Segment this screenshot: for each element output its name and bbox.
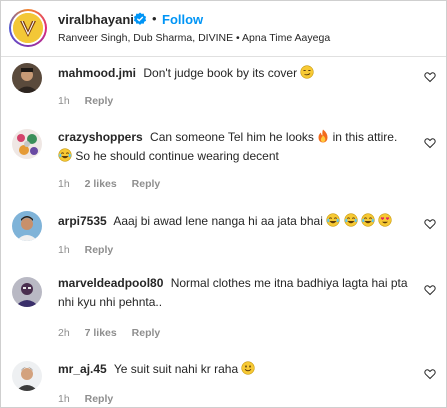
comment-body-line2: So he should continue wearing decent [75, 149, 279, 163]
joy-emoji-icon [58, 148, 72, 162]
comment-text: arpi7535 Aaaj bi awad lene nanga hi aa j… [58, 212, 418, 231]
fire-emoji-icon [318, 129, 328, 143]
follow-button[interactable]: Follow [162, 12, 203, 27]
commenter-avatar[interactable] [12, 129, 42, 159]
commenter-avatar[interactable] [12, 211, 42, 241]
post-header: viralbhayani • Follow Ranveer Singh, Dub… [1, 1, 446, 53]
comment-time: 1h [58, 95, 70, 107]
smirk-emoji-icon [300, 65, 315, 79]
like-heart-icon[interactable] [424, 218, 436, 230]
comment-body: Can someone Tel him he looks [150, 130, 314, 144]
smile-emoji-icon [241, 361, 256, 375]
like-heart-icon[interactable] [424, 137, 436, 149]
reply-button[interactable]: Reply [85, 95, 114, 107]
reply-button[interactable]: Reply [132, 327, 161, 339]
post-username[interactable]: viralbhayani [58, 12, 134, 27]
verified-badge-icon [133, 12, 147, 25]
comment-text: crazyshoppers Can someone Tel him he loo… [58, 128, 418, 166]
comment-meta: 1h Reply [58, 393, 125, 405]
comment-body: Ye suit suit nahi kr raha [113, 362, 239, 376]
reply-button[interactable]: Reply [85, 244, 114, 256]
joy-emoji-icon [361, 213, 375, 227]
joy-emoji-icon [326, 213, 340, 227]
comment-item: crazyshoppers Can someone Tel him he loo… [1, 125, 446, 195]
commenter-avatar[interactable] [12, 361, 42, 391]
comment-likes[interactable]: 7 likes [85, 327, 117, 339]
comment-body: Aaaj bi awad lene nanga hi aa jata bhai [113, 214, 323, 228]
comment-item: mr_aj.45 Ye suit suit nahi kr raha 1h Re… [1, 356, 446, 407]
comment-likes[interactable]: 2 likes [85, 178, 117, 190]
comment-item: marveldeadpool80 Normal clothes me itna … [1, 271, 446, 343]
comment-meta: 2h 7 likes Reply [58, 327, 172, 339]
commenter-avatar[interactable] [12, 63, 42, 93]
separator-dot: • [152, 11, 157, 26]
reply-button[interactable]: Reply [132, 178, 161, 190]
comment-username[interactable]: mr_aj.45 [58, 362, 107, 376]
comment-time: 1h [58, 178, 70, 190]
comment-meta: 1h 2 likes Reply [58, 178, 172, 190]
post-audio-subtitle[interactable]: Ranveer Singh, Dub Sharma, DIVINE • Apna… [58, 32, 330, 44]
comment-text: mahmood.jmi Don't judge book by its cove… [58, 64, 418, 83]
joy-emoji-icon [343, 213, 358, 227]
comments-panel: viralbhayani • Follow Ranveer Singh, Dub… [0, 0, 447, 408]
comment-meta: 1h Reply [58, 244, 125, 256]
header-divider [1, 56, 446, 57]
comment-text: marveldeadpool80 Normal clothes me itna … [58, 274, 418, 312]
comment-body-continued: in this attire. [332, 130, 398, 144]
comment-time: 2h [58, 327, 70, 339]
comment-username[interactable]: marveldeadpool80 [58, 276, 163, 290]
story-ring[interactable] [9, 9, 47, 47]
profile-avatar[interactable] [13, 13, 43, 43]
comment-username[interactable]: crazyshoppers [58, 130, 143, 144]
like-heart-icon[interactable] [424, 284, 436, 296]
comment-username[interactable]: arpi7535 [58, 214, 107, 228]
commenter-avatar[interactable] [12, 277, 42, 307]
like-heart-icon[interactable] [424, 368, 436, 380]
like-heart-icon[interactable] [424, 71, 436, 83]
comment-item: mahmood.jmi Don't judge book by its cove… [1, 59, 446, 109]
comment-time: 1h [58, 244, 70, 256]
comment-body: Don't judge book by its cover [143, 66, 298, 80]
reply-button[interactable]: Reply [85, 393, 114, 405]
heart-eyes-emoji-icon [378, 213, 392, 227]
comment-time: 1h [58, 393, 70, 405]
comment-item: arpi7535 Aaaj bi awad lene nanga hi aa j… [1, 206, 446, 256]
comment-username[interactable]: mahmood.jmi [58, 66, 136, 80]
comment-meta: 1h Reply [58, 95, 125, 107]
comment-text: mr_aj.45 Ye suit suit nahi kr raha [58, 360, 418, 379]
